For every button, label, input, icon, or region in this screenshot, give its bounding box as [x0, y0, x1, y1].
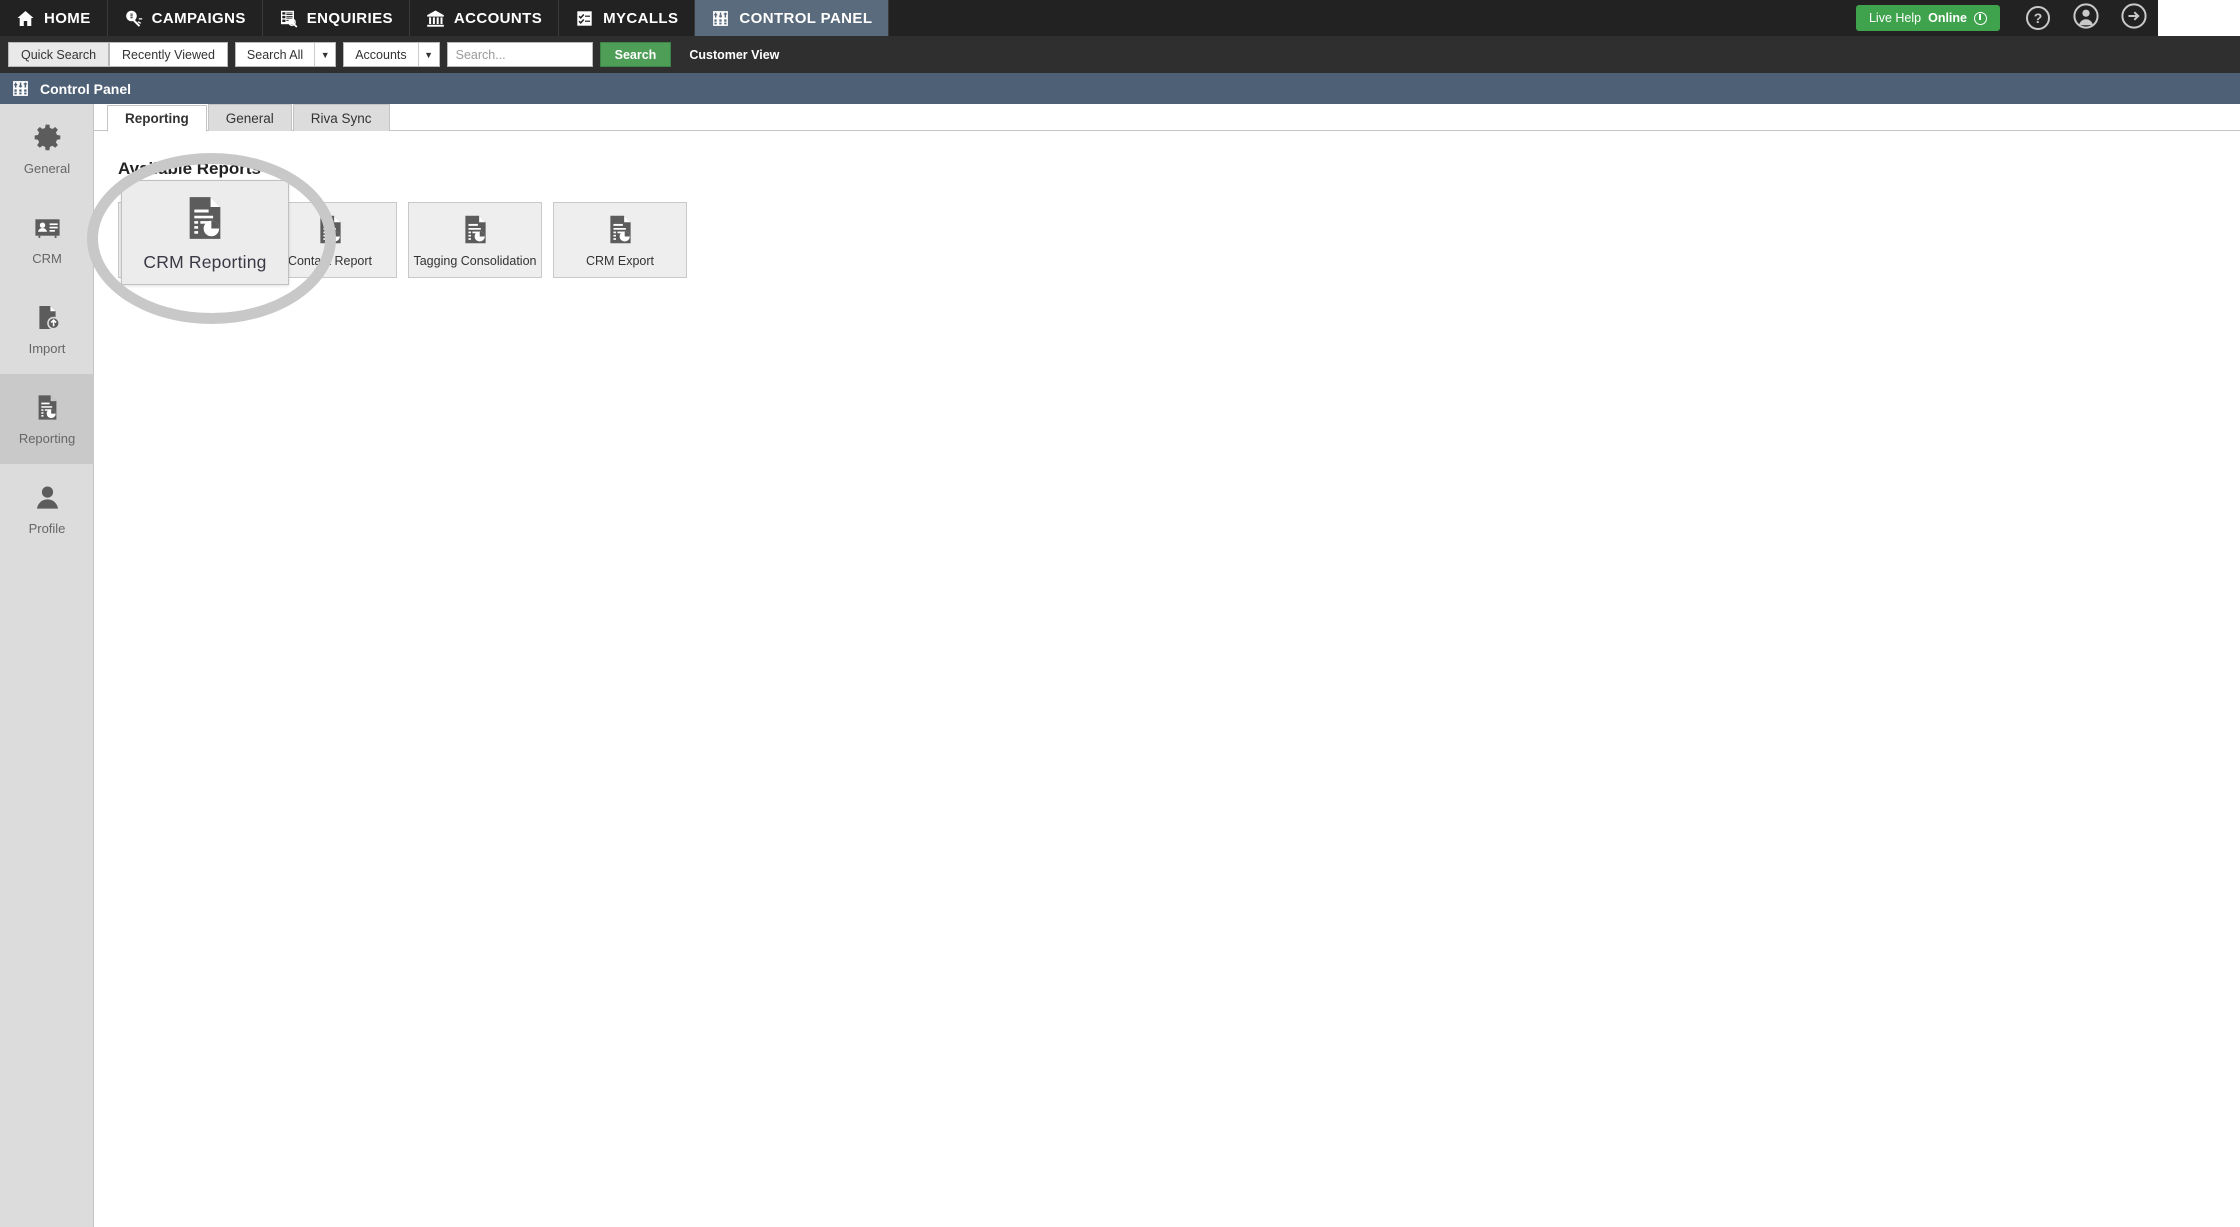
sidebar: General CRM Import Reporting Profile: [0, 104, 94, 1227]
report-tile-crm-reporting-magnified[interactable]: CRM Reporting: [121, 180, 289, 285]
logout-button[interactable]: [2110, 0, 2158, 36]
search-entity-dropdown[interactable]: Accounts ▼: [343, 42, 440, 67]
nav-item-mycalls-label: MYCALLS: [603, 9, 679, 27]
tab-general[interactable]: General: [207, 104, 292, 131]
tab-riva-sync[interactable]: Riva Sync: [292, 104, 390, 131]
contact-card-icon: [33, 212, 62, 242]
report-tile-tagging-consolidation-label: Tagging Consolidation: [413, 253, 537, 268]
topnav-tail-spacer: [2158, 0, 2240, 36]
tab-strip: Reporting General Riva Sync: [94, 104, 2240, 132]
chevron-down-icon: ▼: [417, 43, 439, 66]
nav-item-accounts-label: ACCOUNTS: [453, 9, 543, 27]
sidebar-item-reporting[interactable]: Reporting: [0, 374, 94, 464]
sidebar-item-profile[interactable]: Profile: [0, 464, 94, 554]
help-button[interactable]: ?: [2014, 0, 2062, 36]
gear-icon: [33, 122, 62, 152]
live-help-button[interactable]: Live Help Online: [1855, 5, 2000, 31]
reporting-panel: Available Reports Contact Report Tagging…: [87, 131, 2240, 324]
user-avatar-icon: [2073, 2, 2099, 34]
report-chart-icon: [33, 392, 62, 422]
page-title: Control Panel: [40, 80, 132, 97]
sidebar-item-crm[interactable]: CRM: [0, 194, 94, 284]
report-tile-tagging-consolidation[interactable]: Tagging Consolidation: [408, 202, 542, 278]
user-profile-icon: [33, 482, 62, 512]
nav-item-control-panel[interactable]: CONTROL PANEL: [695, 0, 890, 36]
report-tile-grid: CRM Reporting: [118, 202, 2240, 278]
home-icon: [16, 9, 35, 28]
search-button[interactable]: Search: [599, 42, 672, 67]
nav-item-home-label: HOME: [44, 9, 91, 27]
sidebar-item-import[interactable]: Import: [0, 284, 94, 374]
report-tile-crm-export[interactable]: CRM Export: [553, 202, 687, 278]
report-chart-icon: [180, 193, 230, 243]
live-help-prefix: Live Help: [1868, 11, 1922, 25]
main-content: Reporting General Riva Sync Available Re…: [87, 104, 2240, 1227]
search-scope-dropdown[interactable]: Search All ▼: [234, 42, 337, 67]
report-chart-icon: [314, 213, 347, 247]
search-entity-label: Accounts: [355, 47, 407, 62]
report-tile-crm-export-label: CRM Export: [585, 253, 655, 268]
account-button[interactable]: [2062, 0, 2110, 36]
control-panel-grid-icon: [11, 79, 30, 98]
sidebar-item-reporting-label: Reporting: [18, 431, 76, 446]
nav-item-control-panel-label: CONTROL PANEL: [739, 9, 873, 27]
nav-item-enquiries-label: ENQUIRIES: [306, 9, 393, 27]
search-toolbar: Quick Search Recently Viewed Search All …: [0, 36, 2240, 73]
sidebar-item-crm-label: CRM: [32, 251, 62, 266]
section-title-available-reports: Available Reports: [118, 159, 261, 178]
megaphone-icon: [124, 9, 143, 28]
live-help-indicator-icon: [1974, 11, 1987, 25]
control-panel-grid-icon: [711, 9, 730, 28]
recently-viewed-button[interactable]: Recently Viewed: [109, 42, 228, 67]
bank-icon: [426, 9, 445, 28]
topnav-spacer: [889, 0, 1856, 36]
report-chart-icon: [604, 213, 637, 247]
report-tile-contact-report-label: Contact Report: [287, 253, 373, 268]
enquiries-list-icon: [279, 9, 298, 28]
file-import-icon: [33, 302, 62, 332]
nav-item-mycalls[interactable]: MYCALLS: [559, 0, 696, 36]
checklist-icon: [575, 9, 594, 28]
nav-item-campaigns-label: CAMPAIGNS: [151, 9, 246, 27]
sidebar-item-general-label: General: [23, 161, 71, 176]
nav-item-accounts[interactable]: ACCOUNTS: [410, 0, 560, 36]
nav-item-home[interactable]: HOME: [0, 0, 108, 36]
logout-arrow-icon: [2121, 2, 2147, 34]
app-root: HOME CAMPAIGNS ENQUIRIES ACCOUNTS MYCALL…: [0, 0, 2240, 1227]
quick-search-button[interactable]: Quick Search: [8, 42, 110, 67]
nav-item-campaigns[interactable]: CAMPAIGNS: [108, 0, 263, 36]
tab-reporting[interactable]: Reporting: [107, 105, 207, 132]
sidebar-item-profile-label: Profile: [28, 521, 66, 536]
nav-item-enquiries[interactable]: ENQUIRIES: [263, 0, 410, 36]
search-scope-label: Search All: [246, 47, 304, 62]
help-icon: ?: [2026, 6, 2050, 30]
report-tile-crm-reporting-magnified-label: CRM Reporting: [143, 251, 267, 272]
search-input[interactable]: [446, 42, 593, 67]
top-navigation-bar: HOME CAMPAIGNS ENQUIRIES ACCOUNTS MYCALL…: [0, 0, 2240, 36]
chevron-down-icon: ▼: [314, 43, 335, 66]
report-chart-icon: [459, 213, 492, 247]
sidebar-item-import-label: Import: [28, 341, 66, 356]
sidebar-item-general[interactable]: General: [0, 104, 94, 194]
live-help-status: Online: [1928, 11, 1967, 25]
customer-view-link[interactable]: Customer View: [689, 48, 779, 62]
page-title-bar: Control Panel: [0, 73, 2240, 104]
